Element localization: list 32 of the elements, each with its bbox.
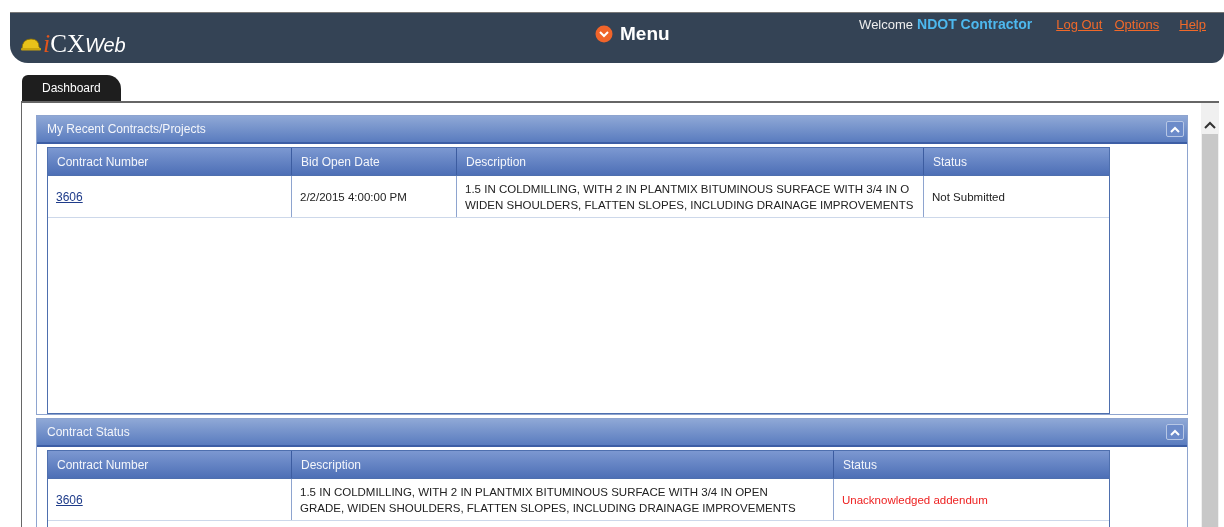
header-link[interactable]: Help <box>1179 17 1206 32</box>
column-header[interactable]: Bid Open Date <box>291 148 456 175</box>
contract-link[interactable]: 3606 <box>56 492 83 507</box>
panel-title: Contract Status <box>47 425 130 439</box>
collapse-button[interactable] <box>1166 121 1184 137</box>
table-cell-text: 2/2/2015 4:00:00 PM <box>300 189 407 205</box>
header-link[interactable]: Log Out <box>1056 17 1103 32</box>
chevron-up-icon <box>1170 125 1180 133</box>
header-link[interactable]: Options <box>1114 17 1160 32</box>
scrollbar[interactable] <box>1201 103 1219 527</box>
app-logo: iCXWeb <box>43 29 126 59</box>
column-header[interactable]: Description <box>456 148 923 175</box>
panel-title: My Recent Contracts/Projects <box>47 122 206 136</box>
column-header[interactable]: Description <box>291 451 833 478</box>
menu-button[interactable]: Menu <box>595 23 670 45</box>
collapse-button[interactable] <box>1166 424 1184 440</box>
table-cell-text: Unacknowledged addendum <box>842 492 988 508</box>
table-cell-text: Not Submitted <box>932 189 1005 205</box>
table-cell-text: 1.5 IN COLDMILLING, WITH 2 IN PLANTMIX BITUMINOUS SURFACE WITH 3/4 IN OPEN GRADE, WIDEN SHOULDERS, FLATTEN SLOPES, INCLUDING DRAINAGE IMPROVEMENTS <box>300 484 796 516</box>
table-cell-text: 1.5 IN COLDMILLING, WITH 2 IN PLANTMIX BITUMINOUS SURFACE WITH 3/4 IN O WIDEN SHOULDERS, FLATTEN SLOPES, INCLUDING DRAINAGE IMPROVEMENTS <box>465 181 914 213</box>
tab[interactable]: Dashboard <box>22 75 121 101</box>
welcome-text: Welcome <box>859 17 914 32</box>
user-name: NDOT Contractor <box>917 16 1033 32</box>
chevron-down-icon <box>595 25 613 43</box>
contract-link[interactable]: 3606 <box>56 189 83 204</box>
scroll-up-icon[interactable] <box>1204 121 1216 129</box>
column-header[interactable]: Contract Number <box>48 148 291 175</box>
column-header[interactable]: Contract Number <box>48 451 291 478</box>
hard-hat-icon <box>20 36 42 52</box>
column-header[interactable]: Status <box>923 148 1109 175</box>
chevron-up-icon <box>1170 428 1180 436</box>
column-header[interactable]: Status <box>833 451 1109 478</box>
